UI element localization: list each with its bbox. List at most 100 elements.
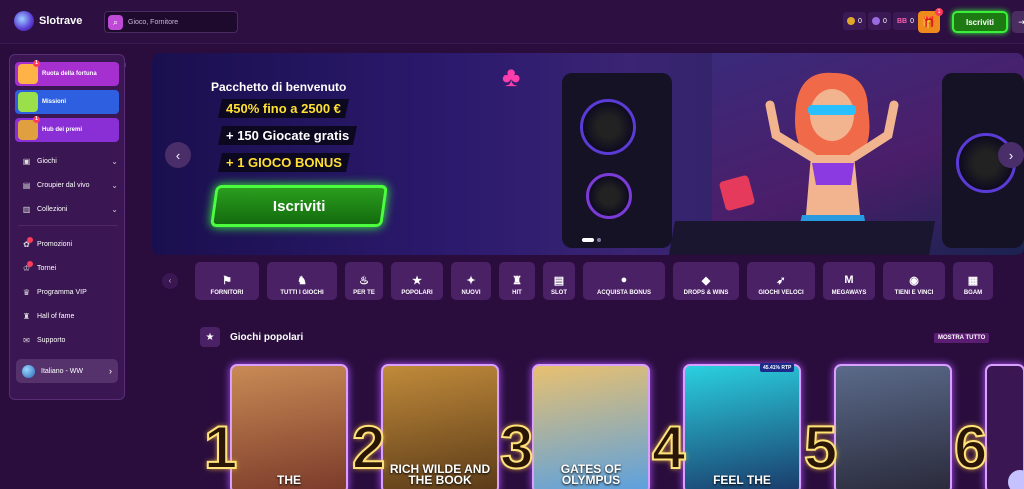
gift-icon: ✿ <box>22 236 33 249</box>
hero-next-button[interactable]: › <box>998 142 1024 168</box>
sidebar-item-promotions[interactable]: ✿ Promozioni <box>22 236 118 252</box>
sidebar-item-label: Giochi <box>37 157 57 165</box>
rank-number: 1 <box>203 414 238 481</box>
globe-icon <box>22 364 35 378</box>
bonus-value: 0 <box>910 17 915 25</box>
category-popolari[interactable]: ★ POPOLARI <box>391 262 443 300</box>
coins-value: 0 <box>858 17 862 25</box>
game-card[interactable]: GATES OF OLYMPUS <box>532 364 650 489</box>
hero-title: Pacchetto di benvenuto <box>211 80 347 94</box>
chevron-down-icon: ⌄ <box>111 156 118 166</box>
spin-icon <box>872 17 880 25</box>
coins-wallet[interactable]: 0 <box>843 12 866 30</box>
hero-offer-line: + 150 Giocate gratis <box>217 126 358 145</box>
sidebar-item-live-casino[interactable]: ▤ Croupier dal vivo ⌄ <box>22 177 118 193</box>
treasure-icon <box>18 120 38 140</box>
sidebar-item-games[interactable]: ▣ Giochi ⌄ <box>22 153 118 169</box>
gamepad-icon: ▣ <box>22 156 31 166</box>
carousel-dot[interactable] <box>582 238 594 242</box>
game-card[interactable]: FEEL THE <box>683 364 801 489</box>
sidebar-item-label: Hall of fame <box>37 312 75 320</box>
search-placeholder: Gioco, Fornitore <box>128 18 179 26</box>
promo-rewards-hub[interactable]: 1 Hub dei premi <box>15 116 119 142</box>
sidebar-item-support[interactable]: ✉ Supporto <box>22 332 118 348</box>
category-tutti-i-giochi[interactable]: ♞ TUTTI I GIOCHI <box>267 262 337 300</box>
category-scroll-left[interactable]: ‹ <box>162 273 178 289</box>
category-label: TUTTI I GIOCHI <box>280 290 324 296</box>
game-title: RICH WILDE AND THE BOOK <box>389 462 491 487</box>
sidebar-item-collections[interactable]: ▥ Collezioni ⌄ <box>22 201 118 217</box>
game-card[interactable]: THE <box>230 364 348 489</box>
hero-banner[interactable]: ♣ Pacchetto di benvenuto 450% fino a 250… <box>152 53 1024 255</box>
star-icon: ★ <box>200 327 220 347</box>
bonus-wallet[interactable]: BB 0 <box>893 12 919 30</box>
category-drops-wins[interactable]: ◆ DROPS & WINS <box>673 262 739 300</box>
dj-deck <box>669 221 935 255</box>
language-selector[interactable]: Italiano - WW › <box>16 359 118 383</box>
promo-badge: 1 <box>33 116 40 123</box>
top-bar: Slotrave ⌕ Gioco, Fornitore 0 0 BB 0 🎁 1… <box>0 0 1024 44</box>
rtp-badge: 45.41% RTP <box>760 363 795 372</box>
game-card[interactable]: RICH WILDE AND THE BOOK <box>381 364 499 489</box>
spins-wallet[interactable]: 0 <box>868 12 891 30</box>
register-button[interactable]: Iscriviti <box>952 11 1008 33</box>
gift-button[interactable]: 🎁 1 <box>918 8 943 33</box>
chevron-right-icon: › <box>1008 147 1014 163</box>
chevron-right-icon: › <box>109 366 112 376</box>
chest-icon: ◆ <box>701 275 711 287</box>
hero-prev-button[interactable]: ‹ <box>165 142 191 168</box>
sidebar-item-tournaments[interactable]: ♔ Tornei <box>22 260 118 276</box>
category-slot[interactable]: ▤ SLOT <box>543 262 575 300</box>
category-label: MEGAWAYS <box>831 290 867 296</box>
category-megaways[interactable]: M MEGAWAYS <box>823 262 875 300</box>
category-label: ACQUISTA BONUS <box>597 290 651 296</box>
chevron-down-icon: ⌄ <box>111 204 118 214</box>
sidebar-item-label: Collezioni <box>37 205 68 213</box>
category-bgam[interactable]: ▦ BGAM <box>953 262 993 300</box>
login-icon: ⇥ <box>1018 16 1024 27</box>
logo-icon <box>14 11 34 31</box>
category-giochi-veloci[interactable]: ➶ GIOCHI VELOCI <box>747 262 815 300</box>
rank-number: 5 <box>803 414 838 481</box>
search-input[interactable]: ⌕ Gioco, Fornitore <box>104 11 238 33</box>
category-per-te[interactable]: ♨ PER TE <box>345 262 383 300</box>
m-icon: M <box>844 274 854 286</box>
chat-widget-button[interactable] <box>1008 470 1024 489</box>
gift-icon: 🎁 <box>922 16 936 29</box>
show-all-button[interactable]: MOSTRA TUTTO <box>934 333 990 343</box>
hero-offer-text: + 1 GIOCO BONUS <box>226 155 342 170</box>
notification-badge <box>27 236 33 243</box>
chevron-left-icon: ‹ <box>175 147 181 163</box>
category-tieni-e-vinci[interactable]: ◉ TIENI E VINCI <box>883 262 945 300</box>
hero-offer-line: + 1 GIOCO BONUS <box>217 153 350 172</box>
game-card[interactable] <box>834 364 952 489</box>
promo-badge: 1 <box>33 60 40 67</box>
hero-offer-line: 450% fino a 2500 € <box>217 99 349 118</box>
spins-value: 0 <box>883 17 887 25</box>
sidebar-item-hall-of-fame[interactable]: ♜ Hall of fame <box>22 308 118 324</box>
hero-register-button[interactable]: Iscriviti <box>210 185 388 227</box>
promo-wheel[interactable]: 1 Ruota della fortuna <box>15 60 119 86</box>
crown-icon: ♛ <box>22 287 31 297</box>
category-nuovi[interactable]: ✦ NUOVI <box>451 262 491 300</box>
carousel-dot[interactable] <box>597 238 601 242</box>
language-label: Italiano - WW <box>41 367 84 375</box>
login-button[interactable]: ⇥ <box>1012 11 1024 33</box>
category-label: DROPS & WINS <box>683 290 729 296</box>
sidebar-item-label: Programma VIP <box>37 288 87 296</box>
category-label: SLOT <box>551 290 567 296</box>
sidebar-item-label: Supporto <box>37 336 66 344</box>
category-hit[interactable]: ♜ HIT <box>499 262 535 300</box>
search-icon[interactable]: ⌕ <box>108 14 123 30</box>
promo-missions[interactable]: Missioni <box>15 90 119 114</box>
chat-icon: ✉ <box>23 335 30 345</box>
sidebar-item-vip[interactable]: ♛ Programma VIP <box>22 284 118 300</box>
category-label: HIT <box>512 290 522 296</box>
promo-label: Ruota della fortuna <box>42 70 97 77</box>
gift-badge: 1 <box>935 8 943 16</box>
category-fornitori[interactable]: ⚑ FORNITORI <box>195 262 259 300</box>
category-acquista-bonus[interactable]: ● ACQUISTA BONUS <box>583 262 665 300</box>
category-label: NUOVI <box>461 290 481 296</box>
sparkle-icon: ✦ <box>466 275 476 287</box>
brand-logo[interactable]: Slotrave <box>14 11 82 31</box>
